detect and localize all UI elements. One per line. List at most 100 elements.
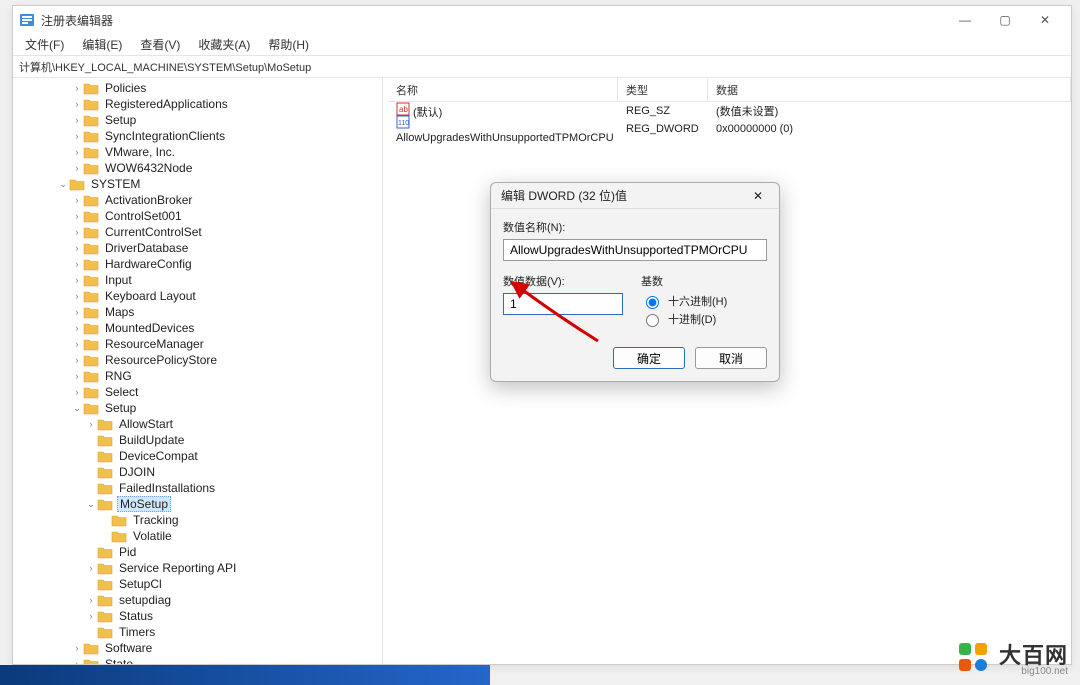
chevron-icon[interactable]: › (71, 211, 83, 221)
tree-node[interactable]: ›ResourcePolicyStore (13, 352, 382, 368)
chevron-icon[interactable]: › (71, 307, 83, 317)
tree-node[interactable]: ⌄MoSetup (13, 496, 382, 512)
tree-node[interactable]: ›Service Reporting API (13, 560, 382, 576)
menu-edit[interactable]: 编辑(E) (74, 34, 130, 55)
value-name-field[interactable] (503, 239, 767, 261)
address-bar[interactable]: 计算机\HKEY_LOCAL_MACHINE\SYSTEM\Setup\MoSe… (13, 56, 1071, 78)
tree-node[interactable]: ›Software (13, 640, 382, 656)
tree-node[interactable]: ›Setup (13, 112, 382, 128)
radio-hex-input[interactable] (646, 296, 659, 309)
radio-dec-input[interactable] (646, 314, 659, 327)
chevron-icon[interactable]: › (71, 275, 83, 285)
tree-node[interactable]: ›Input (13, 272, 382, 288)
chevron-icon[interactable]: › (71, 259, 83, 269)
tree-node[interactable]: ›Policies (13, 80, 382, 96)
menu-favorites[interactable]: 收藏夹(A) (190, 34, 258, 55)
tree-node[interactable]: DeviceCompat (13, 448, 382, 464)
tree-node[interactable]: ›Maps (13, 304, 382, 320)
tree-node-label: FailedInstallations (117, 481, 217, 495)
folder-icon (83, 658, 99, 665)
menu-view[interactable]: 查看(V) (132, 34, 188, 55)
chevron-icon[interactable]: › (71, 195, 83, 205)
tree-node[interactable]: Pid (13, 544, 382, 560)
chevron-icon[interactable]: › (85, 595, 97, 605)
registry-tree[interactable]: ›Policies›RegisteredApplications›Setup›S… (13, 78, 383, 664)
tree-node[interactable]: ›MountedDevices (13, 320, 382, 336)
chevron-icon[interactable]: › (71, 371, 83, 381)
chevron-icon[interactable]: › (71, 131, 83, 141)
chevron-icon[interactable]: › (85, 611, 97, 621)
folder-icon (97, 578, 113, 591)
header-data[interactable]: 数据 (708, 78, 1071, 101)
tree-node[interactable]: ›ActivationBroker (13, 192, 382, 208)
folder-icon (97, 546, 113, 559)
header-type[interactable]: 类型 (618, 78, 708, 101)
tree-node[interactable]: BuildUpdate (13, 432, 382, 448)
tree-node-label: RNG (103, 369, 134, 383)
chevron-icon[interactable]: › (71, 115, 83, 125)
tree-node[interactable]: › RNG (13, 368, 382, 384)
chevron-icon[interactable]: › (71, 147, 83, 157)
chevron-icon[interactable]: › (71, 243, 83, 253)
tree-node[interactable]: DJOIN (13, 464, 382, 480)
tree-node[interactable]: ›DriverDatabase (13, 240, 382, 256)
chevron-icon[interactable]: ⌄ (71, 403, 83, 414)
chevron-icon[interactable]: › (71, 99, 83, 109)
tree-node[interactable]: › HardwareConfig (13, 256, 382, 272)
window-title: 注册表编辑器 (41, 12, 113, 29)
minimize-button[interactable]: — (945, 8, 985, 32)
chevron-icon[interactable]: › (71, 387, 83, 397)
chevron-icon[interactable]: › (71, 659, 83, 664)
tree-node[interactable]: ›Select (13, 384, 382, 400)
tree-node[interactable]: Tracking (13, 512, 382, 528)
tree-node[interactable]: ›SyncIntegrationClients (13, 128, 382, 144)
dialog-titlebar[interactable]: 编辑 DWORD (32 位)值 ✕ (491, 183, 779, 209)
radio-dec[interactable]: 十进制(D) (641, 311, 767, 327)
tree-node[interactable]: ›Keyboard Layout (13, 288, 382, 304)
folder-icon (97, 626, 113, 639)
tree-node[interactable]: ›CurrentControlSet (13, 224, 382, 240)
menu-file[interactable]: 文件(F) (17, 34, 72, 55)
tree-node[interactable]: ›State (13, 656, 382, 664)
close-button[interactable]: ✕ (1025, 8, 1065, 32)
chevron-icon[interactable]: › (71, 355, 83, 365)
tree-node[interactable]: ⌄SYSTEM (13, 176, 382, 192)
tree-node[interactable]: SetupCl (13, 576, 382, 592)
chevron-icon[interactable]: › (71, 323, 83, 333)
tree-node[interactable]: FailedInstallations (13, 480, 382, 496)
cancel-button[interactable]: 取消 (695, 347, 767, 369)
tree-node[interactable]: ›AllowStart (13, 416, 382, 432)
chevron-icon[interactable]: › (71, 83, 83, 93)
chevron-icon[interactable]: › (71, 163, 83, 173)
menu-help[interactable]: 帮助(H) (260, 34, 317, 55)
tree-node[interactable]: ›Status (13, 608, 382, 624)
chevron-icon[interactable]: › (85, 563, 97, 573)
chevron-icon[interactable]: › (71, 643, 83, 653)
folder-icon (83, 642, 99, 655)
dialog-close-button[interactable]: ✕ (747, 186, 769, 206)
tree-node[interactable]: ›setupdiag (13, 592, 382, 608)
maximize-button[interactable]: ▢ (985, 8, 1025, 32)
chevron-icon[interactable]: ⌄ (85, 499, 97, 510)
tree-node[interactable]: ›ControlSet001 (13, 208, 382, 224)
list-row[interactable]: 110AllowUpgradesWithUnsupportedTPMOrCPUR… (388, 120, 1071, 138)
value-data-field[interactable] (503, 293, 623, 315)
ok-button[interactable]: 确定 (613, 347, 685, 369)
radio-hex[interactable]: 十六进制(H) (641, 293, 767, 309)
chevron-icon[interactable]: › (71, 291, 83, 301)
titlebar[interactable]: 注册表编辑器 — ▢ ✕ (13, 6, 1071, 34)
header-name[interactable]: 名称 (388, 78, 618, 101)
tree-node[interactable]: ›VMware, Inc. (13, 144, 382, 160)
chevron-icon[interactable]: › (71, 339, 83, 349)
tree-node-label: Volatile (131, 529, 174, 543)
tree-node[interactable]: Timers (13, 624, 382, 640)
tree-node[interactable]: ›ResourceManager (13, 336, 382, 352)
chevron-icon[interactable]: › (71, 227, 83, 237)
tree-node[interactable]: ⌄Setup (13, 400, 382, 416)
chevron-icon[interactable]: ⌄ (57, 179, 69, 190)
tree-node[interactable]: Volatile (13, 528, 382, 544)
chevron-icon[interactable]: › (85, 419, 97, 429)
tree-node[interactable]: ›WOW6432Node (13, 160, 382, 176)
tree-node-label: HardwareConfig (103, 257, 194, 271)
tree-node[interactable]: ›RegisteredApplications (13, 96, 382, 112)
